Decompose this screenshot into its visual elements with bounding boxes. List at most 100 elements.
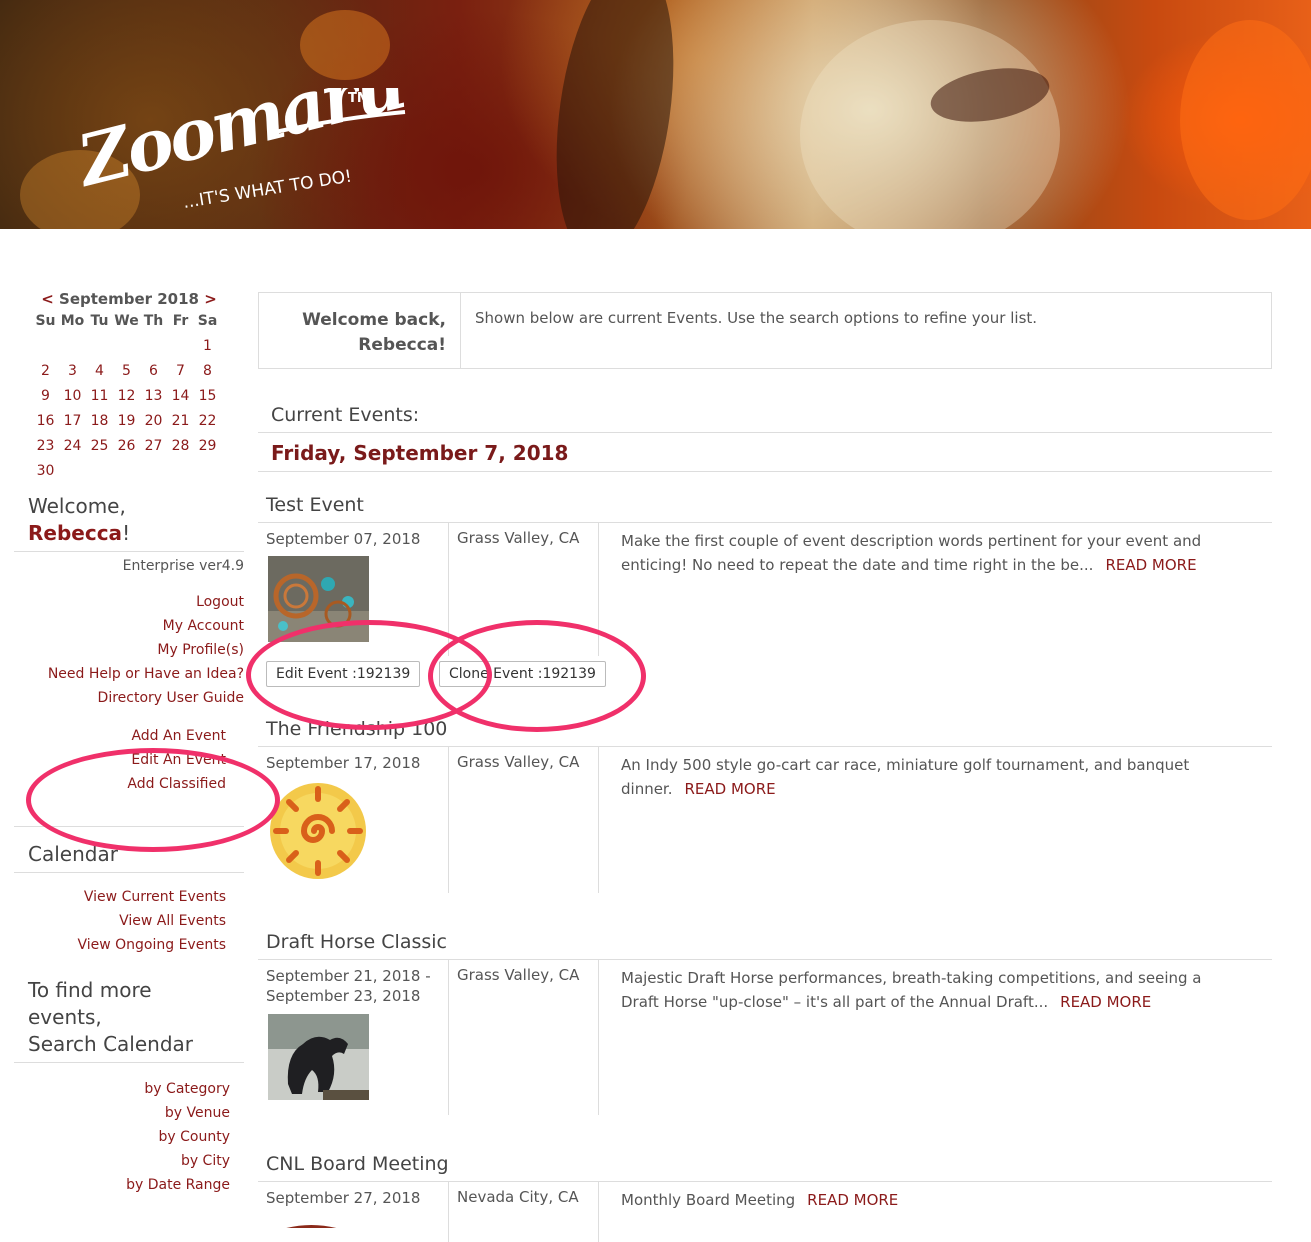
event-title[interactable]: Draft Horse Classic	[258, 927, 1272, 960]
search-links: by Category by Venue by County by City b…	[14, 1077, 244, 1197]
event-title[interactable]: CNL Board Meeting	[258, 1149, 1272, 1182]
weekday-label: Su	[35, 312, 56, 329]
calendar-day[interactable]: 30	[32, 458, 59, 483]
calendar-day[interactable]: 9	[32, 383, 59, 408]
add-event-link[interactable]: Add An Event	[14, 724, 226, 748]
calendar-day[interactable]: 19	[113, 408, 140, 433]
weekday-row: Su Mo Tu We Th Fr Sa	[32, 308, 221, 333]
event-thumbnail[interactable]	[268, 779, 369, 881]
calendar-day[interactable]: 28	[167, 433, 194, 458]
event-date: September 21, 2018 - September 23, 2018	[266, 967, 431, 1005]
sidebar-user-name: Rebecca	[28, 521, 123, 545]
calendar-day[interactable]: 15	[194, 383, 221, 408]
search-by-date-range-link[interactable]: by Date Range	[14, 1173, 230, 1197]
read-more-link[interactable]: READ MORE	[1105, 556, 1196, 574]
search-by-city-link[interactable]: by City	[14, 1149, 230, 1173]
calendar-day[interactable]: 3	[59, 358, 86, 383]
main-content: Welcome back, Rebecca! Shown below are c…	[258, 292, 1272, 472]
calendar-next-link[interactable]: >	[204, 290, 217, 308]
calendar-day[interactable]: 1	[194, 333, 221, 358]
event-thumbnail[interactable]	[268, 1218, 369, 1228]
calendar-day	[59, 458, 86, 483]
calendar-heading: Calendar	[14, 841, 244, 873]
weekday-label: Th	[143, 312, 164, 329]
calendar-day[interactable]: 24	[59, 433, 86, 458]
logout-link[interactable]: Logout	[14, 590, 244, 614]
calendar-day[interactable]: 20	[140, 408, 167, 433]
calendar-week: 16 17 18 19 20 21 22	[32, 408, 221, 433]
calendar-day[interactable]: 21	[167, 408, 194, 433]
clone-event-button[interactable]: Clone Event :192139	[439, 661, 606, 687]
edit-event-button[interactable]: Edit Event :192139	[266, 661, 421, 687]
weekday-label: Fr	[172, 312, 189, 329]
event-description: Monthly Board Meeting READ MORE	[621, 1191, 899, 1209]
view-all-events-link[interactable]: View All Events	[14, 909, 226, 933]
event-thumbnail[interactable]	[268, 1014, 369, 1100]
event-city: Grass Valley, CA	[457, 966, 580, 984]
calendar-day[interactable]: 25	[86, 433, 113, 458]
calendar-day[interactable]: 29	[194, 433, 221, 458]
event-title[interactable]: The Friendship 100	[258, 714, 1272, 747]
calendar-day[interactable]: 2	[32, 358, 59, 383]
view-current-events-link[interactable]: View Current Events	[14, 885, 226, 909]
calendar-day	[32, 333, 59, 358]
calendar-day	[59, 333, 86, 358]
event-date: September 07, 2018	[266, 530, 421, 548]
calendar-day	[194, 458, 221, 483]
calendar-day[interactable]: 10	[59, 383, 86, 408]
header-banner: Zoomaru TM ...IT'S WHAT TO DO!	[0, 0, 1311, 229]
read-more-link[interactable]: READ MORE	[685, 780, 776, 798]
calendar-day[interactable]: 16	[32, 408, 59, 433]
weekday-label: Tu	[90, 312, 109, 329]
calendar-day[interactable]: 14	[167, 383, 194, 408]
calendar-day[interactable]: 17	[59, 408, 86, 433]
view-ongoing-events-link[interactable]: View Ongoing Events	[14, 933, 226, 957]
search-heading-line: events,	[28, 1005, 102, 1029]
search-by-county-link[interactable]: by County	[14, 1125, 230, 1149]
calendar-week: 1	[32, 333, 221, 358]
event-item: CNL Board Meeting September 27, 2018 Nev…	[258, 1149, 1272, 1242]
current-events-label: Current Events:	[258, 369, 1272, 433]
event-item: The Friendship 100 September 17, 2018 Gr…	[258, 714, 1272, 893]
calendar-day[interactable]: 13	[140, 383, 167, 408]
edit-event-link[interactable]: Edit An Event	[14, 748, 226, 772]
calendar-day[interactable]: 23	[32, 433, 59, 458]
my-profiles-link[interactable]: My Profile(s)	[14, 638, 244, 662]
sidebar-welcome-label: Welcome,	[28, 494, 126, 518]
search-heading-line: Search Calendar	[28, 1032, 193, 1056]
calendar-day[interactable]: 12	[113, 383, 140, 408]
read-more-link[interactable]: READ MORE	[1060, 993, 1151, 1011]
zoomaru-logo[interactable]: Zoomaru TM ...IT'S WHAT TO DO!	[80, 88, 410, 213]
welcome-back: Welcome back, Rebecca!	[259, 293, 461, 368]
calendar-day[interactable]: 7	[167, 358, 194, 383]
add-classified-link[interactable]: Add Classified	[14, 772, 226, 796]
my-account-link[interactable]: My Account	[14, 614, 244, 638]
event-title[interactable]: Test Event	[258, 490, 1272, 523]
search-by-category-link[interactable]: by Category	[14, 1077, 230, 1101]
calendar-day[interactable]: 8	[194, 358, 221, 383]
help-idea-link[interactable]: Need Help or Have an Idea?	[14, 662, 244, 686]
welcome-back-name: Rebecca!	[358, 335, 446, 355]
calendar-day[interactable]: 18	[86, 408, 113, 433]
calendar-day[interactable]: 26	[113, 433, 140, 458]
search-by-venue-link[interactable]: by Venue	[14, 1101, 230, 1125]
event-links: Add An Event Edit An Event Add Classifie…	[14, 724, 244, 827]
event-date: September 27, 2018	[266, 1189, 421, 1207]
calendar-day[interactable]: 4	[86, 358, 113, 383]
calendar-header: < September 2018 >	[34, 290, 224, 308]
welcome-intro: Shown below are current Events. Use the …	[475, 309, 1038, 327]
event-city: Nevada City, CA	[457, 1188, 579, 1206]
event-item: Test Event September 07, 2018 Grass Vall…	[258, 490, 1272, 687]
calendar-day[interactable]: 5	[113, 358, 140, 383]
event-thumbnail[interactable]	[268, 556, 369, 642]
search-heading-line: To find more	[28, 978, 152, 1002]
calendar-day[interactable]: 6	[140, 358, 167, 383]
calendar-day[interactable]: 27	[140, 433, 167, 458]
user-guide-link[interactable]: Directory User Guide	[14, 686, 244, 710]
calendar-day[interactable]: 22	[194, 408, 221, 433]
logo-tagline: ...IT'S WHAT TO DO!	[182, 166, 354, 212]
calendar-prev-link[interactable]: <	[41, 290, 54, 308]
calendar-links: View Current Events View All Events View…	[14, 885, 244, 957]
read-more-link[interactable]: READ MORE	[807, 1191, 898, 1209]
calendar-day[interactable]: 11	[86, 383, 113, 408]
